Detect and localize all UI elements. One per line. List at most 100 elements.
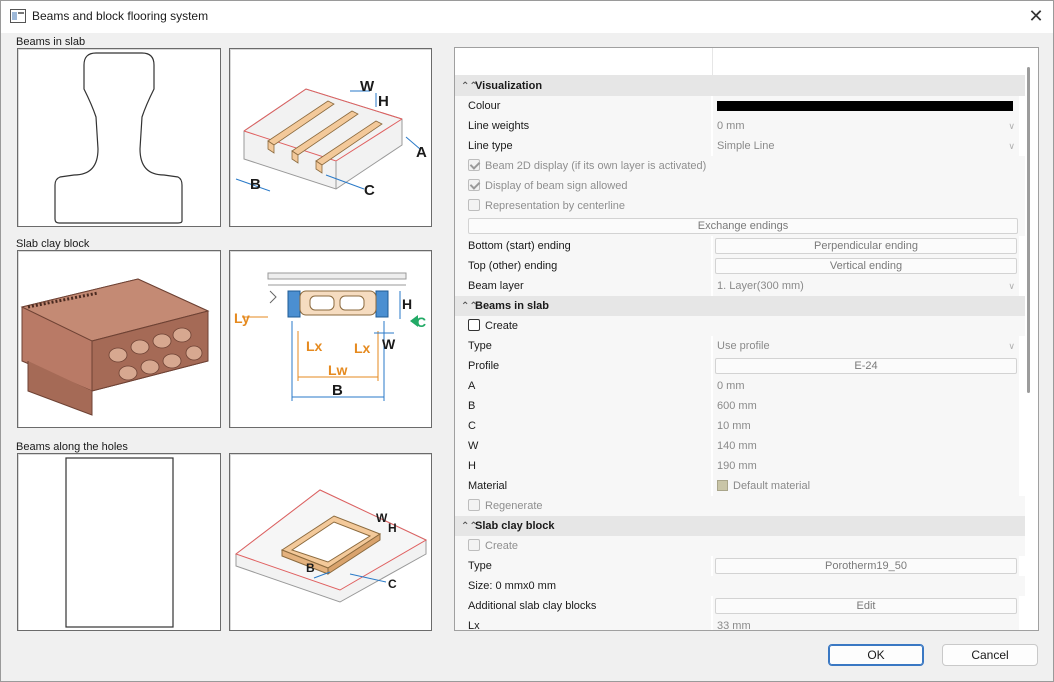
top-ending-button[interactable]: Vertical ending — [715, 258, 1017, 274]
row-b: B 600 mm — [455, 396, 1025, 416]
holes-drawing: W H B C — [234, 489, 428, 603]
row-centerline: Representation by centerline — [455, 196, 1025, 216]
b-label: B — [455, 396, 712, 416]
row-lx: Lx 33 mm — [455, 616, 1025, 630]
chevron-down-icon: ∨ — [1008, 141, 1015, 151]
a-label: A — [455, 376, 712, 396]
property-grid: ⌃⌃ Visualization Colour Line weights 0 mm… — [454, 47, 1039, 631]
row-top-ending: Top (other) ending Vertical ending — [455, 256, 1025, 276]
lx-value[interactable]: 33 mm — [713, 616, 1019, 630]
hole-profile-preview — [17, 453, 221, 631]
beam-layer-dropdown[interactable]: 1. Layer(300 mm) ∨ — [713, 276, 1019, 296]
row-regenerate: Regenerate — [455, 496, 1025, 516]
regenerate-label: Regenerate — [485, 500, 543, 512]
clay-type-button[interactable]: Porotherm19_50 — [715, 558, 1017, 574]
row-beam-2d: Beam 2D display (if its own layer is act… — [455, 156, 1025, 176]
row-beams-type: Type Use profile ∨ — [455, 336, 1025, 356]
colour-value[interactable] — [713, 96, 1019, 116]
additional-label: Additional slab clay blocks — [455, 596, 712, 616]
group-slab-clay-block[interactable]: ⌃⌃ Slab clay block — [455, 516, 1025, 536]
close-icon: ✕ — [1028, 6, 1044, 26]
chevron-down-icon: ∨ — [1008, 121, 1015, 131]
profile-button[interactable]: E-24 — [715, 358, 1017, 374]
w-label: W — [455, 436, 712, 456]
beam-profile-preview — [17, 48, 221, 227]
beams-create-label: Create — [485, 320, 519, 332]
dialog-window: Beams and block flooring system ✕ Beams … — [0, 0, 1054, 682]
beams-in-slab-diagram: W H A B C — [229, 48, 432, 227]
diagram1-a-label: A — [416, 144, 427, 161]
line-weights-label: Line weights — [455, 116, 712, 136]
beam-2d-label: Beam 2D display (if its own layer is act… — [485, 160, 707, 172]
centerline-label: Representation by centerline — [485, 200, 626, 212]
row-clay-create: Create — [455, 536, 1025, 556]
collapse-icon[interactable]: ⌃⌃ — [461, 297, 478, 317]
group-title: Visualization — [475, 80, 543, 92]
row-c: C 10 mm — [455, 416, 1025, 436]
group-visualization[interactable]: ⌃⌃ Visualization — [455, 76, 1025, 96]
diagram2-lx2-label: Lx — [354, 340, 371, 356]
row-size: Size: 0 mmx0 mm — [455, 576, 1025, 596]
bottom-ending-label: Bottom (start) ending — [455, 236, 712, 256]
diagram1-h-label: H — [378, 93, 389, 110]
exchange-endings-button[interactable]: Exchange endings — [468, 218, 1018, 234]
diagram1-w-label: W — [360, 78, 375, 95]
beam-sign-checkbox[interactable] — [468, 179, 480, 191]
h-value[interactable]: 190 mm — [713, 456, 1019, 476]
regenerate-checkbox[interactable] — [468, 499, 480, 511]
colour-label: Colour — [455, 96, 712, 116]
beam-profile-shape — [54, 52, 183, 224]
beam-2d-checkbox[interactable] — [468, 159, 480, 171]
beams-type-dropdown[interactable]: Use profile ∨ — [713, 336, 1019, 356]
clay-create-checkbox[interactable] — [468, 539, 480, 551]
row-colour: Colour — [455, 96, 1025, 116]
row-material: Material Default material — [455, 476, 1025, 496]
diagram2-h-label: H — [402, 296, 412, 312]
bottom-ending-button[interactable]: Perpendicular ending — [715, 238, 1017, 254]
beams-type-value: Use profile — [717, 340, 770, 352]
ok-button[interactable]: OK — [828, 644, 924, 666]
diagram2-lw-label: Lw — [328, 362, 348, 378]
collapse-icon[interactable]: ⌃⌃ — [461, 77, 478, 97]
b-value[interactable]: 600 mm — [713, 396, 1019, 416]
colour-swatch — [717, 101, 1013, 111]
beam-layer-value: 1. Layer(300 mm) — [717, 280, 804, 292]
diagram2-lx-label: Lx — [306, 338, 323, 354]
collapse-icon[interactable]: ⌃⌃ — [461, 517, 478, 537]
row-additional: Additional slab clay blocks Edit — [455, 596, 1025, 616]
diagram2-ly-label: Ly — [234, 310, 250, 326]
w-value[interactable]: 140 mm — [713, 436, 1019, 456]
a-value[interactable]: 0 mm — [713, 376, 1019, 396]
beam-layer-label: Beam layer — [455, 276, 712, 296]
close-button[interactable]: ✕ — [1019, 3, 1053, 31]
beams-type-label: Type — [455, 336, 712, 356]
chevron-down-icon: ∨ — [1008, 341, 1015, 351]
cancel-button[interactable]: Cancel — [942, 644, 1038, 666]
c-label: C — [455, 416, 712, 436]
profile-label: Profile — [455, 356, 712, 376]
line-weights-value: 0 mm — [717, 120, 745, 132]
diagram1-c-label: C — [364, 182, 375, 199]
material-label: Material — [455, 476, 712, 496]
centerline-checkbox[interactable] — [468, 199, 480, 211]
material-value[interactable]: Default material — [713, 476, 1019, 496]
beams-create-checkbox[interactable] — [468, 319, 480, 331]
c-value[interactable]: 10 mm — [713, 416, 1019, 436]
group-beams-in-slab[interactable]: ⌃⌃ Beams in slab — [455, 296, 1025, 316]
additional-edit-button[interactable]: Edit — [715, 598, 1017, 614]
diagram3-w-label: W — [376, 511, 388, 525]
line-type-dropdown[interactable]: Simple Line ∨ — [713, 136, 1019, 156]
line-type-value: Simple Line — [717, 140, 775, 152]
hole-rect-shape — [65, 457, 174, 628]
row-w: W 140 mm — [455, 436, 1025, 456]
line-weights-dropdown[interactable]: 0 mm ∨ — [713, 116, 1019, 136]
group-title: Beams in slab — [475, 300, 549, 312]
line-type-label: Line type — [455, 136, 712, 156]
clay-block-preview — [17, 250, 221, 428]
row-a: A 0 mm — [455, 376, 1025, 396]
material-text: Default material — [733, 480, 811, 492]
row-h: H 190 mm — [455, 456, 1025, 476]
app-icon — [10, 9, 26, 23]
grid-scrollbar[interactable] — [1027, 67, 1030, 393]
diagram2-c-label: C — [416, 314, 426, 330]
